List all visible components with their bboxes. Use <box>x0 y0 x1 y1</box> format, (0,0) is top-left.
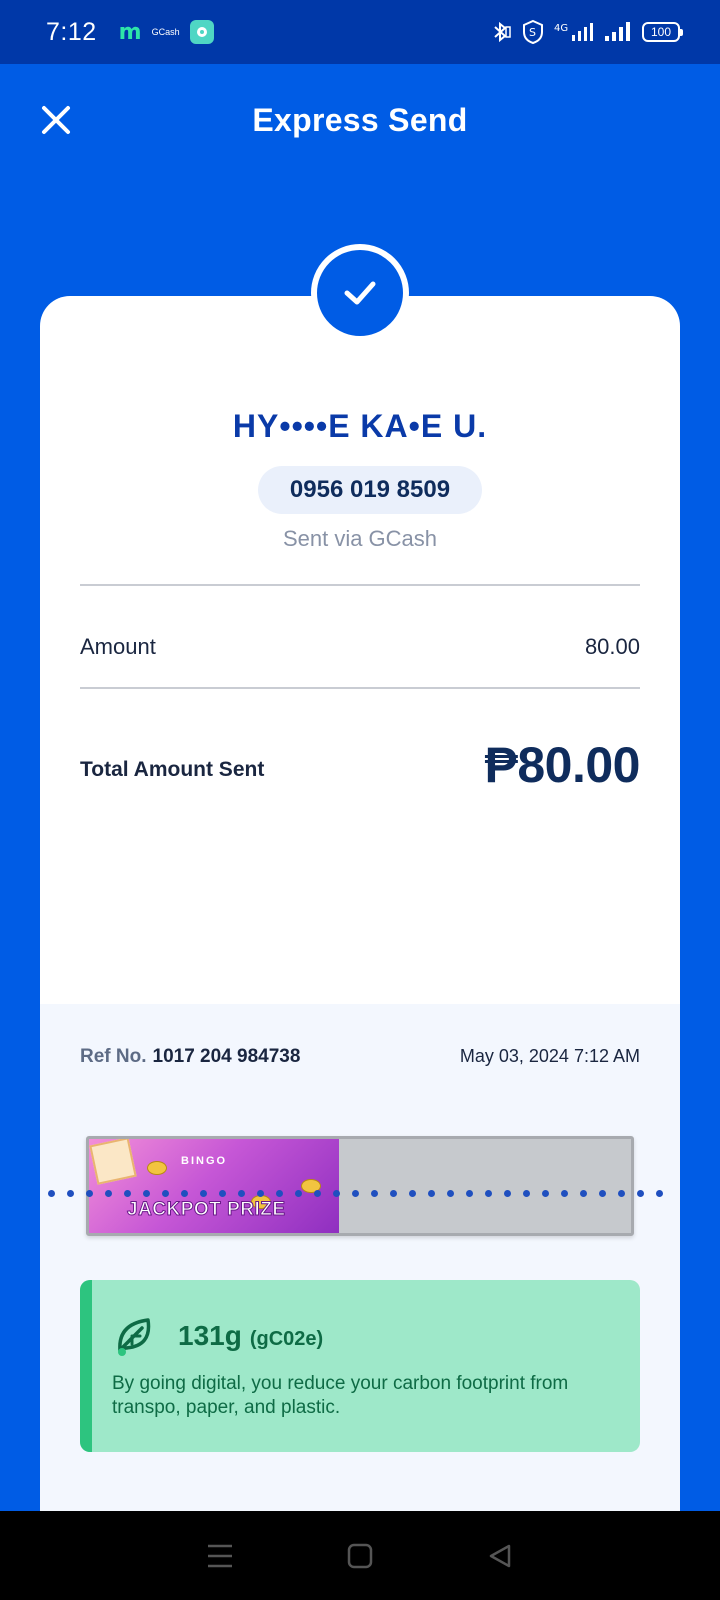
promo-banner[interactable]: BINGO JACKPOT PRIZE <box>86 1136 634 1236</box>
carbon-unit: (gC02e) <box>249 1328 324 1350</box>
check-icon <box>344 281 376 305</box>
recipient-phone: 0956 019 8509 <box>258 466 482 514</box>
chat-app-icon <box>189 20 214 44</box>
maya-app-icon: m <box>118 19 142 45</box>
carbon-value: 131g (gC02e) <box>178 1320 323 1352</box>
sent-via-label: Sent via GCash <box>282 526 438 551</box>
recipient-name: HY••••E KA•E U. <box>232 408 488 444</box>
divider <box>80 584 640 586</box>
amount-value: 80.00 <box>584 634 640 659</box>
shield-icon: S <box>523 19 543 45</box>
status-bar: 7:12 m GCash S 4G 100 <box>0 0 720 64</box>
coin-graphic <box>147 1161 167 1175</box>
receipt-details: Ref No. 1017 204 984738 May 03, 2024 7:12… <box>40 1004 680 1511</box>
system-nav-bar <box>0 1511 720 1600</box>
total-amount-label: Total Amount Sent <box>80 758 265 781</box>
receipt-card: HY••••E KA•E U. 0956 019 8509 Sent via G… <box>40 296 680 1511</box>
close-button[interactable] <box>36 100 76 140</box>
carbon-amount: 131g <box>178 1320 242 1351</box>
home-button[interactable] <box>340 1536 380 1576</box>
notification-icons: m GCash <box>119 20 214 45</box>
mobile-signal-icon: 4G <box>554 23 593 41</box>
app-header: Express Send <box>0 64 720 176</box>
page-title: Express Send <box>252 101 468 138</box>
system-status-icons: S 4G 100 <box>490 19 683 45</box>
svg-text:S: S <box>529 26 536 39</box>
promo-banner-image: BINGO JACKPOT PRIZE <box>89 1139 339 1233</box>
home-square-icon <box>347 1543 373 1568</box>
reference-label: Ref No. <box>80 1046 147 1067</box>
reference-number: Ref No. 1017 204 984738 <box>80 1046 300 1068</box>
battery-icon: 100 <box>642 22 683 42</box>
promo-brand: BINGO <box>181 1155 228 1167</box>
leaf-icon <box>118 1318 151 1356</box>
close-icon <box>42 106 70 134</box>
svg-text:4G: 4G <box>554 23 568 34</box>
back-triangle-icon <box>489 1544 511 1567</box>
divider <box>80 687 640 689</box>
bluetooth-icon <box>494 21 511 43</box>
gcash-app-icon: GCash <box>151 27 180 37</box>
success-badge <box>311 244 409 342</box>
carbon-footprint-card: 131g (gC02e) By going digital, you reduce… <box>80 1280 640 1452</box>
transaction-datetime: May 03, 2024 7:12 AM <box>459 1046 640 1066</box>
carbon-message: By going digital, you reduce your carbon… <box>112 1373 569 1418</box>
receipt-perforation <box>0 1190 720 1202</box>
promo-headline: JACKPOT PRIZE <box>127 1199 286 1221</box>
amount-label: Amount <box>80 634 156 659</box>
menu-icon <box>208 1544 232 1567</box>
reference-value: 1017 204 984738 <box>152 1046 301 1067</box>
total-amount-value: ₱80.00 <box>484 737 641 793</box>
bingo-card-graphic <box>89 1139 137 1185</box>
carbon-accent-bar <box>80 1280 92 1452</box>
status-time: 7:12 <box>46 17 97 46</box>
signal-icon <box>605 22 630 41</box>
recents-button[interactable] <box>200 1536 240 1576</box>
back-button[interactable] <box>480 1536 520 1576</box>
